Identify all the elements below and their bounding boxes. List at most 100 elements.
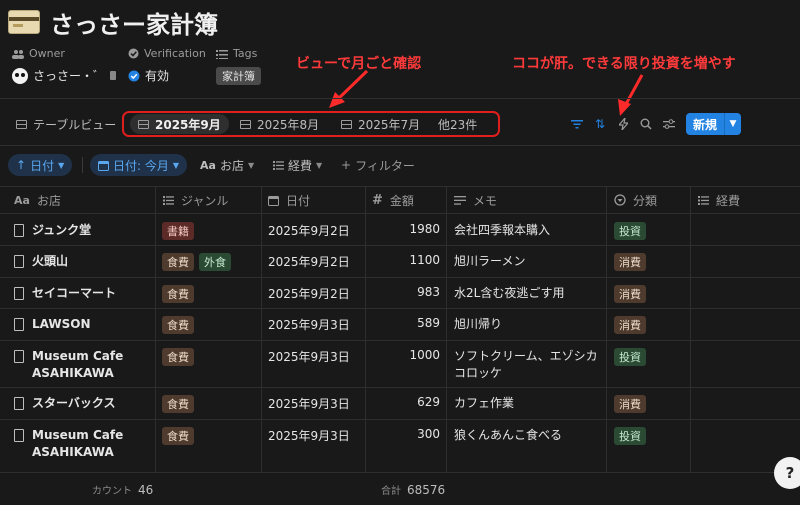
amount-cell[interactable]: 300: [366, 427, 440, 441]
memo-text: 旭川帰り: [454, 317, 503, 331]
store-cell[interactable]: Museum Cafe ASAHIKAWA: [14, 348, 123, 382]
expense-cell[interactable]: [698, 285, 788, 301]
date-filter-chip[interactable]: 日付: 今月 ▼: [90, 154, 188, 176]
table-row[interactable]: ジュンク堂 書籍 2025年9月2日 1980 会社四季報本購入 投資: [0, 214, 800, 245]
chevron-down-icon[interactable]: ▼: [725, 119, 741, 129]
column-header-date[interactable]: 日付: [268, 188, 310, 212]
column-header-expense[interactable]: 経費: [698, 188, 740, 212]
category-cell[interactable]: 消費: [614, 285, 646, 303]
amount-cell[interactable]: 589: [366, 316, 440, 330]
column-header-category[interactable]: 分類: [614, 188, 657, 212]
genre-cell[interactable]: 食費: [162, 316, 199, 334]
table-row[interactable]: LAWSON 食費 2025年9月3日 589 旭川帰り 消費: [0, 308, 800, 340]
list-icon: [216, 49, 228, 59]
arrow-up-icon: ↑: [16, 158, 27, 172]
date-cell[interactable]: 2025年9月2日: [268, 222, 350, 239]
tag-chip: 家計簿: [216, 67, 261, 85]
expense-filter-chip[interactable]: 経費 ▼: [265, 154, 330, 176]
genre-tag: 食費: [162, 395, 194, 413]
store-name: LAWSON: [32, 317, 91, 331]
column-header-amount[interactable]: # 金額: [372, 188, 414, 212]
category-cell[interactable]: 投資: [614, 222, 646, 240]
store-filter-chip[interactable]: Aa お店 ▼: [192, 154, 262, 176]
store-cell[interactable]: LAWSON: [14, 316, 91, 333]
amount-cell[interactable]: 983: [366, 285, 440, 299]
category-cell[interactable]: 消費: [614, 316, 646, 334]
memo-cell[interactable]: ソフトクリーム、エゾシカ コロッケ: [454, 348, 598, 382]
store-cell[interactable]: セイコーマート: [14, 285, 116, 302]
category-cell[interactable]: 投資: [614, 348, 646, 366]
genre-cell[interactable]: 食費: [162, 285, 199, 303]
column-header-store[interactable]: Aa お店: [14, 188, 61, 212]
category-cell[interactable]: 消費: [614, 253, 646, 271]
sort-date-chip[interactable]: ↑ 日付 ▼: [8, 154, 73, 176]
column-header-memo[interactable]: メモ: [454, 188, 497, 212]
table-row[interactable]: セイコーマート 食費 2025年9月2日 983 水2L含む夜逃ごす用 消費: [0, 277, 800, 308]
page-icon: [14, 397, 24, 410]
expense-cell[interactable]: [698, 222, 788, 238]
amount-cell[interactable]: 1100: [366, 253, 440, 267]
store-cell[interactable]: Museum Cafe ASAHIKAWA: [14, 427, 123, 461]
expense-cell[interactable]: [698, 348, 788, 364]
owner-value[interactable]: さっさー・゛: [12, 67, 117, 84]
memo-cell[interactable]: 狼くんあんこ食べる: [454, 427, 562, 444]
more-views-button[interactable]: 他23件: [430, 114, 485, 134]
text-lines-icon: [454, 195, 466, 205]
genre-cell[interactable]: 食費 外食: [162, 253, 236, 271]
filter-icon[interactable]: [569, 116, 585, 132]
expense-cell[interactable]: [698, 253, 788, 269]
date-cell[interactable]: 2025年9月2日: [268, 285, 350, 302]
category-tag: 投資: [614, 427, 646, 445]
lightning-icon[interactable]: [615, 116, 631, 132]
view-table-main[interactable]: テーブルビュー: [8, 114, 124, 134]
date-cell[interactable]: 2025年9月3日: [268, 395, 350, 412]
store-cell[interactable]: スターバックス: [14, 395, 116, 412]
table-row[interactable]: 火頭山 食費 外食 2025年9月2日 1100 旭川ラーメン 消費: [0, 245, 800, 277]
settings-sliders-icon[interactable]: [661, 116, 677, 132]
genre-cell[interactable]: 書籍: [162, 222, 199, 240]
sort-icon[interactable]: ⇅: [592, 116, 608, 132]
category-cell[interactable]: 消費: [614, 395, 646, 413]
verification-value[interactable]: 有効: [128, 67, 169, 84]
expense-cell[interactable]: [698, 427, 788, 443]
category-tag: 消費: [614, 316, 646, 334]
column-header-genre[interactable]: ジャンル: [163, 188, 228, 212]
table-row[interactable]: Museum Cafe ASAHIKAWA 食費 2025年9月3日 1000 ソフトクリ…: [0, 340, 800, 387]
memo-cell[interactable]: 旭川帰り: [454, 316, 502, 333]
genre-cell[interactable]: 食費: [162, 395, 199, 413]
count-summary[interactable]: カウント 46: [92, 482, 153, 498]
genre-cell[interactable]: 食費: [162, 427, 199, 445]
verified-icon: [128, 48, 139, 59]
new-button[interactable]: 新規 ▼: [686, 113, 741, 135]
memo-cell[interactable]: 水2L含む夜逃ごす用: [454, 285, 564, 302]
chevron-down-icon: ▼: [172, 160, 180, 170]
tags-value[interactable]: 家計簿: [216, 67, 261, 85]
date-cell[interactable]: 2025年9月3日: [268, 427, 350, 444]
date-cell[interactable]: 2025年9月3日: [268, 316, 350, 333]
table-row[interactable]: Museum Cafe ASAHIKAWA 食費 2025年9月3日 300 狼くんあんこ…: [0, 419, 800, 472]
tab-2025-09[interactable]: 2025年9月: [130, 114, 229, 134]
add-filter-button[interactable]: + フィルター: [333, 154, 423, 176]
table-row[interactable]: スターバックス 食費 2025年9月3日 629 カフェ作業 消費: [0, 387, 800, 419]
annotation-arrow-right: [618, 74, 644, 116]
page-icon: [14, 255, 24, 268]
help-button[interactable]: ?: [774, 457, 800, 489]
sum-summary[interactable]: 合計 68576: [381, 482, 445, 498]
memo-cell[interactable]: 旭川ラーメン: [454, 253, 526, 270]
category-cell[interactable]: 投資: [614, 427, 646, 445]
store-cell[interactable]: 火頭山: [14, 253, 68, 270]
tab-2025-08[interactable]: 2025年8月: [232, 114, 327, 134]
date-cell[interactable]: 2025年9月3日: [268, 348, 350, 365]
expense-cell[interactable]: [698, 395, 788, 411]
search-icon[interactable]: [638, 116, 654, 132]
memo-cell[interactable]: カフェ作業: [454, 395, 514, 412]
genre-cell[interactable]: 食費: [162, 348, 199, 366]
amount-cell[interactable]: 1980: [366, 222, 440, 236]
amount-cell[interactable]: 629: [366, 395, 440, 409]
store-cell[interactable]: ジュンク堂: [14, 222, 91, 239]
memo-cell[interactable]: 会社四季報本購入: [454, 222, 550, 239]
tab-2025-07[interactable]: 2025年7月: [333, 114, 428, 134]
expense-cell[interactable]: [698, 316, 788, 332]
date-cell[interactable]: 2025年9月2日: [268, 253, 350, 270]
amount-cell[interactable]: 1000: [366, 348, 440, 362]
